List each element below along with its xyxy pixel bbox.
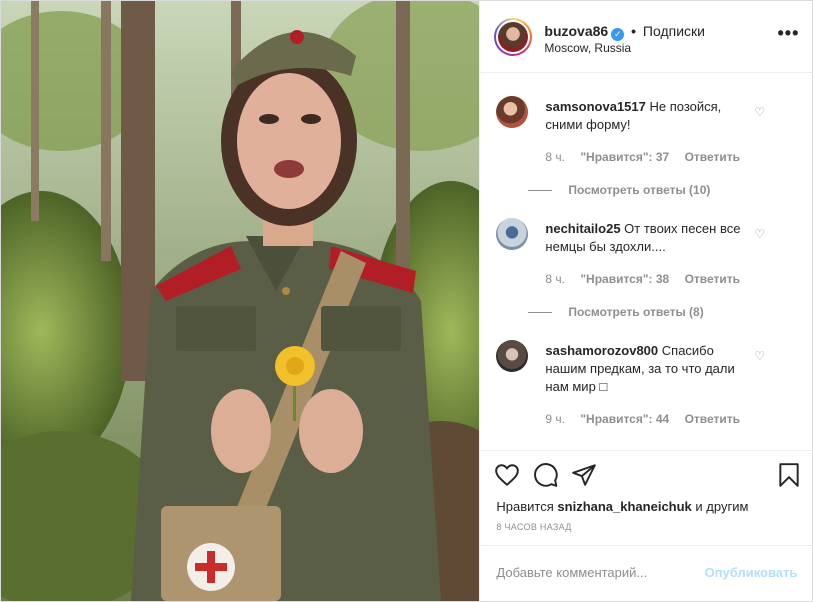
comment-username[interactable]: sashamorozov800 xyxy=(545,343,658,358)
author-avatar-inner xyxy=(496,20,531,54)
replies-divider xyxy=(528,312,553,314)
author-username[interactable]: buzova86 xyxy=(544,23,608,39)
following-button[interactable]: Подписки xyxy=(643,23,705,39)
comment-likes[interactable]: "Нравится": 37 xyxy=(580,150,669,164)
verified-badge-icon: ✓ xyxy=(611,28,625,41)
author-line: buzova86 ✓ • Подписки xyxy=(544,23,705,41)
reply-button[interactable]: Ответить xyxy=(685,150,740,164)
post-header: buzova86 ✓ • Подписки Moscow, Russia ••• xyxy=(480,1,813,73)
view-replies-button[interactable]: Посмотреть ответы (10) xyxy=(528,183,710,197)
bookmark-icon[interactable] xyxy=(776,462,802,488)
comment-likes[interactable]: "Нравится": 38 xyxy=(580,272,669,286)
post-comment-button[interactable]: Опубликовать xyxy=(705,565,798,580)
comment-like-icon[interactable]: ♡ xyxy=(754,228,766,240)
reply-button[interactable]: Ответить xyxy=(685,272,740,286)
comment-like-icon[interactable]: ♡ xyxy=(754,106,766,118)
share-icon[interactable] xyxy=(571,462,597,488)
reply-button[interactable]: Ответить xyxy=(685,412,740,426)
comment-username[interactable]: samsonova1517 xyxy=(545,99,645,114)
comment-text: sashamorozov800 Спасибо нашим предкам, з… xyxy=(545,342,757,396)
comment-meta: 8 ч. "Нравится": 37 Ответить xyxy=(545,150,752,164)
comment-username[interactable]: nechitailo25 xyxy=(545,221,620,236)
liked-suffix[interactable]: и другим xyxy=(695,499,748,514)
post-time[interactable]: 8 ЧАСОВ НАЗАД xyxy=(496,522,571,532)
comment-text: nechitailo25 От твоих песен все немцы бы… xyxy=(545,220,757,256)
comment-meta: 9 ч. "Нравится": 44 Ответить xyxy=(545,412,752,426)
heart-icon[interactable] xyxy=(494,462,520,488)
commenter-avatar[interactable] xyxy=(496,218,529,250)
replies-divider xyxy=(528,190,553,192)
comments-list[interactable]: samsonova1517 Не позойся, сними форму! ♡… xyxy=(480,74,813,450)
comment-time: 9 ч. xyxy=(545,412,565,426)
commenter-avatar[interactable] xyxy=(496,96,529,128)
comment-like-icon[interactable]: ♡ xyxy=(754,350,766,362)
instagram-post: buzova86 ✓ • Подписки Moscow, Russia ••• … xyxy=(0,0,813,602)
comment-time: 8 ч. xyxy=(545,272,565,286)
comment-meta: 8 ч. "Нравится": 38 Ответить xyxy=(545,272,752,286)
commenter-avatar[interactable] xyxy=(496,340,529,372)
comment-input[interactable] xyxy=(496,565,707,580)
post-media[interactable] xyxy=(1,1,480,601)
post-side-panel: buzova86 ✓ • Подписки Moscow, Russia ••• … xyxy=(479,1,813,601)
comment-time: 8 ч. xyxy=(545,150,565,164)
author-avatar-image xyxy=(498,22,529,52)
comment-text: samsonova1517 Не позойся, сними форму! xyxy=(545,98,757,134)
liked-prefix: Нравится xyxy=(496,499,554,514)
separator-dot: • xyxy=(631,23,637,39)
comment-icon[interactable] xyxy=(533,462,559,488)
post-location[interactable]: Moscow, Russia xyxy=(544,41,631,55)
add-comment-bar: Опубликовать xyxy=(480,545,813,601)
view-replies-button[interactable]: Посмотреть ответы (8) xyxy=(528,305,704,319)
view-replies-label: Посмотреть ответы (10) xyxy=(568,183,711,197)
liked-by-text: Нравится snizhana_khaneichuk и другим xyxy=(496,499,748,514)
liked-by-user[interactable]: snizhana_khaneichuk xyxy=(557,499,691,514)
comment-likes[interactable]: "Нравится": 44 xyxy=(580,412,669,426)
more-options-icon[interactable]: ••• xyxy=(778,23,800,44)
video-frame-illustration xyxy=(1,1,480,601)
post-actions: Нравится snizhana_khaneichuk и другим 8 … xyxy=(480,450,813,554)
view-replies-label: Посмотреть ответы (8) xyxy=(568,305,704,319)
author-avatar[interactable] xyxy=(494,18,533,56)
